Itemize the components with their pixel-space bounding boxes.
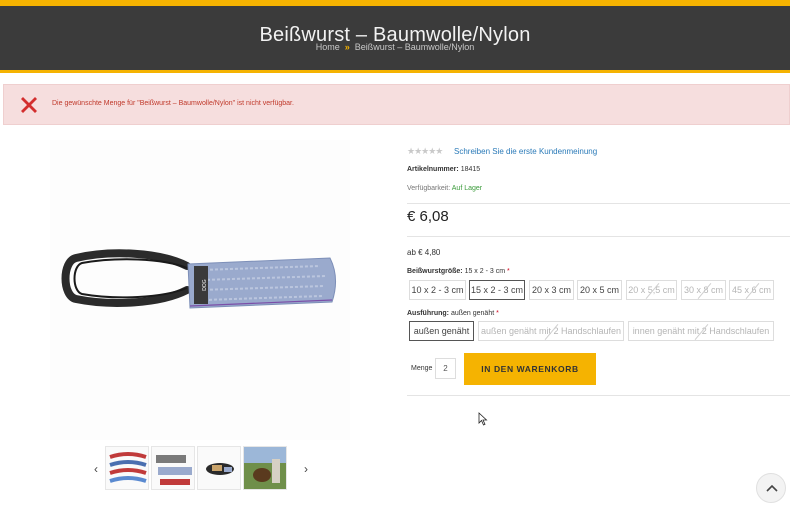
add-to-cart-button[interactable]: IN DEN WARENKORB [464, 353, 596, 385]
header-bottom-stripe [0, 70, 790, 73]
mouse-cursor-icon [478, 412, 488, 426]
finish-swatch-aussen[interactable]: außen genäht [409, 321, 474, 341]
from-price: ab € 4,80 [407, 248, 441, 257]
size-swatch-20x5[interactable]: 20 x 5 cm [577, 280, 622, 300]
beisswurst-image: DOG [61, 249, 336, 309]
thumbnail-prev-arrow[interactable]: ‹ [94, 462, 98, 476]
scroll-to-top-button[interactable] [756, 473, 786, 503]
error-message-bar: Die gewünschte Menge für "Beißwurst – Ba… [3, 84, 790, 125]
error-x-icon [21, 97, 37, 113]
divider [407, 395, 790, 396]
size-swatch-45x6[interactable]: 45 x 6 cm [729, 280, 774, 300]
rating-stars: ★★★★★ [407, 146, 443, 156]
size-swatch-30x8[interactable]: 30 x 8 cm [681, 280, 726, 300]
product-price: € 6,08 [407, 208, 449, 225]
size-swatch-20x5-5[interactable]: 20 x 5,5 cm [626, 280, 677, 300]
size-swatch-15x2-3[interactable]: 15 x 2 - 3 cm [469, 280, 525, 300]
quantity-label: Menge [411, 365, 433, 372]
thumbnail-3[interactable] [197, 446, 241, 490]
divider [407, 236, 790, 237]
breadcrumb-separator: » [344, 42, 350, 52]
thumbnail-strip: ‹ › [88, 444, 328, 492]
finish-option-label: Ausführung: außen genäht * [407, 310, 499, 317]
thumbnail-next-arrow[interactable]: › [304, 462, 308, 476]
size-swatch-10x2-3[interactable]: 10 x 2 - 3 cm [409, 280, 466, 300]
sku-line: Artikelnummer: 18415 [407, 166, 480, 173]
availability-label: Verfügbarkeit: [407, 185, 451, 192]
sku-value: 18415 [460, 166, 481, 173]
size-option-label: Beißwurstgröße: 15 x 2 - 3 cm * [407, 268, 510, 275]
breadcrumb-current: Beißwurst – Baumwolle/Nylon [354, 42, 475, 52]
quantity-input[interactable]: 2 [435, 358, 456, 379]
sku-label: Artikelnummer: [407, 166, 459, 173]
availability-line: Verfügbarkeit: Auf Lager [407, 185, 482, 192]
thumbnail-1[interactable] [105, 446, 149, 490]
error-text: Die gewünschte Menge für "Beißwurst – Ba… [52, 100, 294, 107]
finish-swatch-aussen-handschlaufen[interactable]: außen genäht mit 2 Handschlaufen [478, 321, 624, 341]
divider [407, 203, 790, 204]
breadcrumb: Home » Beißwurst – Baumwolle/Nylon [0, 42, 790, 52]
page-header: Beißwurst – Baumwolle/Nylon [0, 6, 790, 70]
thumbnail-2[interactable] [151, 446, 195, 490]
size-swatch-20x3[interactable]: 20 x 3 cm [529, 280, 574, 300]
product-main-image[interactable]: DOG [50, 140, 350, 440]
breadcrumb-home[interactable]: Home [316, 42, 340, 52]
write-review-link[interactable]: Schreiben Sie die erste Kundenmeinung [454, 147, 597, 156]
availability-value: Auf Lager [451, 185, 483, 192]
svg-text:DOG: DOG [202, 279, 208, 291]
finish-swatch-innen-handschlaufen[interactable]: innen genäht mit 2 Handschlaufen [628, 321, 774, 341]
thumbnail-4[interactable] [243, 446, 287, 490]
page-title: Beißwurst – Baumwolle/Nylon [259, 24, 531, 46]
